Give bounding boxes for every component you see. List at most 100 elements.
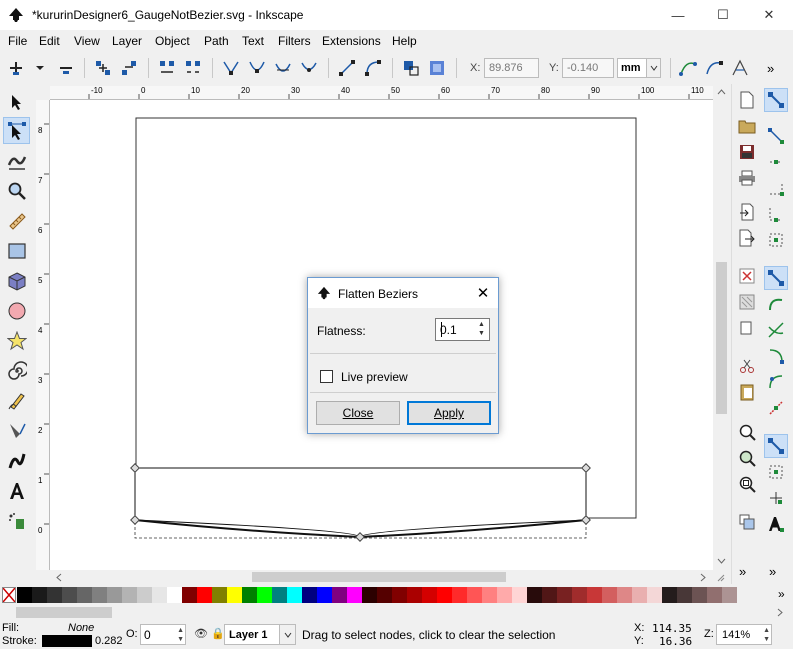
menu-filters[interactable]: Filters <box>278 34 311 48</box>
open-folder-icon[interactable] <box>735 114 759 138</box>
color-swatch[interactable] <box>437 587 452 603</box>
color-swatch[interactable] <box>572 587 587 603</box>
auto-smooth-node-icon[interactable] <box>297 56 321 80</box>
paste-icon[interactable] <box>735 380 759 404</box>
dialog-close-icon[interactable]: ✕ <box>474 284 492 302</box>
color-swatch[interactable] <box>707 587 722 603</box>
palette-scroll-thumb[interactable] <box>16 607 112 618</box>
segment-to-line-icon[interactable] <box>335 56 359 80</box>
spiral-tool-icon[interactable] <box>3 357 30 384</box>
fill-value[interactable]: None <box>68 622 94 634</box>
color-swatch[interactable] <box>62 587 77 603</box>
color-swatch[interactable] <box>257 587 272 603</box>
y-coordinate-input[interactable]: -0.140 <box>562 58 614 78</box>
save-icon[interactable] <box>735 140 759 164</box>
color-swatch[interactable] <box>497 587 512 603</box>
color-swatch[interactable] <box>152 587 167 603</box>
menu-help[interactable]: Help <box>392 34 417 48</box>
snap-bbox-midpoint-icon[interactable] <box>764 202 788 226</box>
color-swatch[interactable] <box>137 587 152 603</box>
color-swatch[interactable] <box>242 587 257 603</box>
layer-select[interactable]: Layer 1 <box>224 624 296 645</box>
color-swatch[interactable] <box>32 587 47 603</box>
snap-smooth-nodes-icon[interactable] <box>764 370 788 394</box>
palette-scrollbar[interactable] <box>0 604 793 621</box>
calligraphy-tool-icon[interactable] <box>3 447 30 474</box>
color-swatch[interactable] <box>722 587 737 603</box>
show-handles-icon[interactable] <box>676 56 700 80</box>
menu-layer[interactable]: Layer <box>112 34 142 48</box>
snap-toggle-icon[interactable] <box>764 88 788 112</box>
color-swatch[interactable] <box>107 587 122 603</box>
color-swatch[interactable] <box>467 587 482 603</box>
zoom-drawing-icon[interactable] <box>735 446 759 470</box>
toolbar-overflow-button[interactable]: » <box>767 61 774 76</box>
vertical-scroll-thumb[interactable] <box>716 262 727 414</box>
color-swatch[interactable] <box>602 587 617 603</box>
live-preview-label[interactable]: Live preview <box>341 370 408 384</box>
vertical-ruler[interactable]: 8 7 6 5 4 3 2 1 0 <box>36 100 50 570</box>
text-tool-icon[interactable] <box>3 477 30 504</box>
color-swatch[interactable] <box>527 587 542 603</box>
color-swatch[interactable] <box>167 587 182 603</box>
symmetric-node-icon[interactable] <box>271 56 295 80</box>
color-swatch[interactable] <box>197 587 212 603</box>
color-swatch[interactable] <box>692 587 707 603</box>
color-swatch[interactable] <box>632 587 647 603</box>
color-swatch[interactable] <box>542 587 557 603</box>
color-swatch[interactable] <box>422 587 437 603</box>
zoom-page-icon[interactable] <box>735 472 759 496</box>
color-swatch[interactable] <box>587 587 602 603</box>
color-swatch[interactable] <box>647 587 662 603</box>
color-swatch[interactable] <box>377 587 392 603</box>
scroll-left-icon[interactable] <box>55 573 64 582</box>
maximize-button[interactable]: ☐ <box>700 0 746 30</box>
flatness-input[interactable]: 0.1 ▲ ▼ <box>435 318 490 341</box>
color-swatch[interactable] <box>512 587 527 603</box>
palette-scroll-right-icon[interactable] <box>775 608 784 617</box>
zoom-tool-icon[interactable] <box>3 177 30 204</box>
color-swatch[interactable] <box>92 587 107 603</box>
path-effect-icon[interactable] <box>728 56 752 80</box>
color-swatch[interactable] <box>272 587 287 603</box>
color-swatch[interactable] <box>227 587 242 603</box>
color-swatch[interactable] <box>347 587 362 603</box>
color-swatch[interactable] <box>407 587 422 603</box>
new-document-icon[interactable] <box>735 88 759 112</box>
color-swatch[interactable] <box>182 587 197 603</box>
spray-tool-icon[interactable] <box>3 507 30 534</box>
menu-object[interactable]: Object <box>155 34 190 48</box>
copy-icon[interactable] <box>735 316 759 340</box>
3d-box-tool-icon[interactable] <box>3 267 30 294</box>
horizontal-scroll-thumb[interactable] <box>252 572 506 582</box>
x-coordinate-input[interactable]: 89.876 <box>484 58 539 78</box>
stroke-swatch[interactable] <box>42 635 92 647</box>
apply-button[interactable]: Apply <box>407 401 491 425</box>
smooth-node-icon[interactable] <box>245 56 269 80</box>
commands-overflow-button[interactable]: » <box>739 564 746 579</box>
vertical-scrollbar[interactable] <box>713 86 730 570</box>
snap-object-center-icon[interactable] <box>764 460 788 484</box>
delete-node-icon[interactable] <box>54 56 78 80</box>
measure-tool-icon[interactable] <box>3 207 30 234</box>
segment-to-curve-icon[interactable] <box>361 56 385 80</box>
insert-node-icon[interactable] <box>4 56 28 80</box>
zoom-stepper-icon[interactable]: ▲ ▼ <box>763 626 770 644</box>
insert-node-dropdown-icon[interactable] <box>28 56 52 80</box>
color-swatch[interactable] <box>287 587 302 603</box>
tweak-tool-icon[interactable] <box>3 147 30 174</box>
duplicate-icon[interactable] <box>735 510 759 534</box>
star-tool-icon[interactable] <box>3 327 30 354</box>
window-close-button[interactable]: ✕ <box>746 0 792 30</box>
minimize-button[interactable]: — <box>655 0 701 30</box>
snap-others-icon[interactable] <box>764 434 788 458</box>
snap-bbox-edge-icon[interactable] <box>764 150 788 174</box>
join-nodes-icon[interactable] <box>91 56 115 80</box>
export-icon[interactable] <box>735 226 759 250</box>
eye-icon[interactable]: 👁 <box>194 627 208 640</box>
color-swatch[interactable] <box>482 587 497 603</box>
menu-edit[interactable]: Edit <box>39 34 60 48</box>
snap-bbox-center-icon[interactable] <box>764 228 788 252</box>
live-preview-checkbox[interactable] <box>320 370 333 383</box>
import-icon[interactable] <box>735 200 759 224</box>
